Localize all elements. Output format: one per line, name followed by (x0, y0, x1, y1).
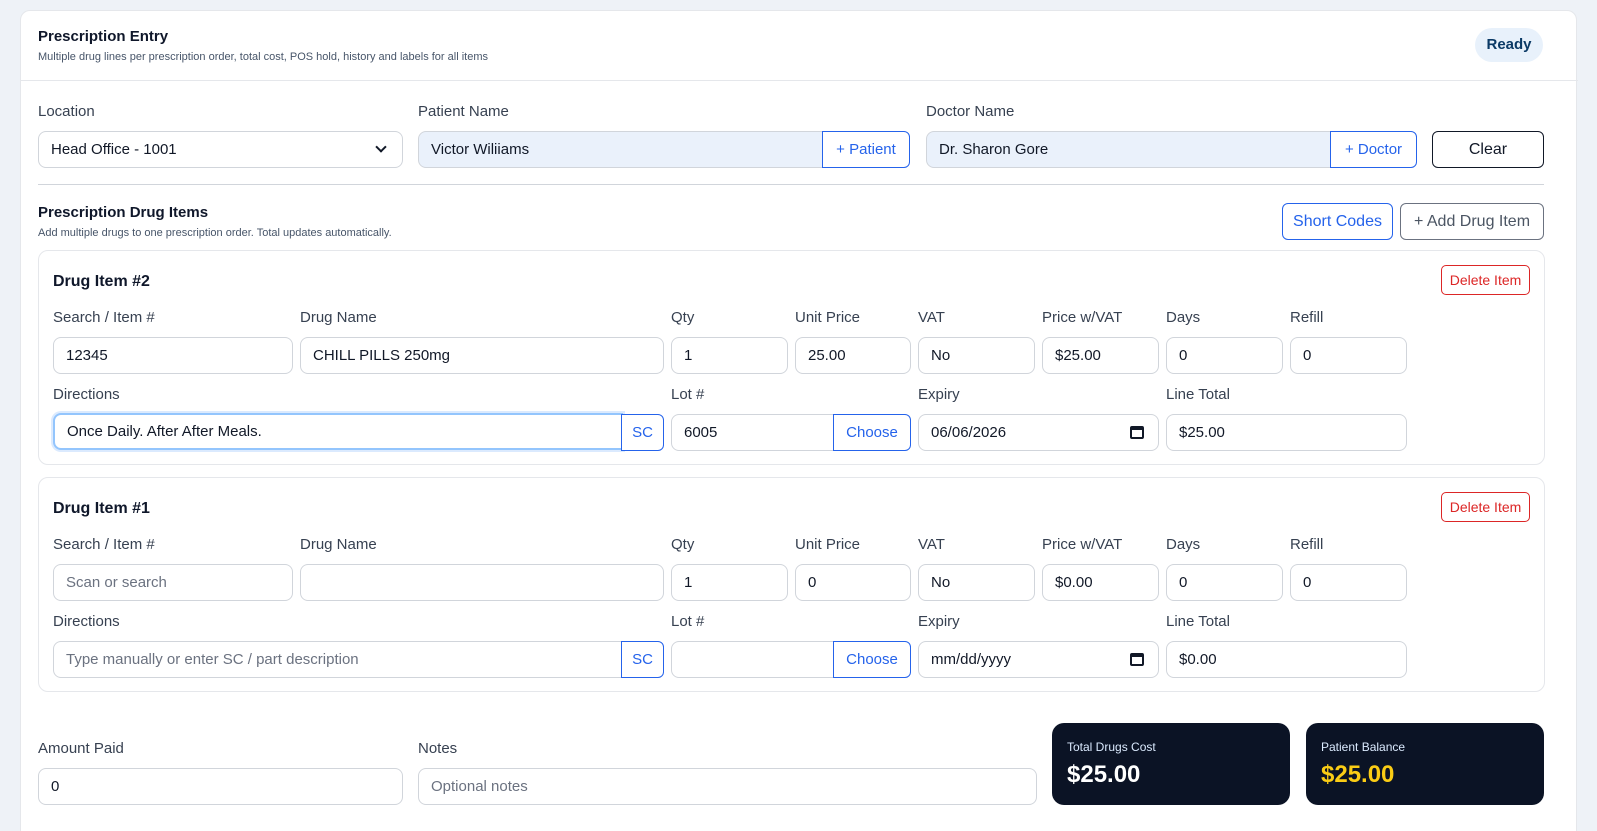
refill-input[interactable]: 0 (1290, 564, 1407, 601)
search-input[interactable]: Scan or search (53, 564, 293, 601)
price-vat-input: $0.00 (1042, 564, 1159, 601)
patient-balance-value: $25.00 (1321, 761, 1395, 788)
notes-label: Notes (418, 740, 458, 757)
directions-input[interactable]: Once Daily. After After Meals. (53, 413, 623, 450)
sc-button[interactable]: SC (621, 414, 664, 451)
drug-name-input[interactable]: CHILL PILLS 250mg (300, 337, 664, 374)
patient-name-input[interactable]: Victor Wiliiams (418, 131, 824, 168)
price-vat-label: Price w/VAT (1042, 536, 1123, 553)
directions-label: Directions (53, 386, 120, 403)
choose-lot-button[interactable]: Choose (833, 414, 911, 451)
days-label: Days (1166, 309, 1201, 326)
line-total-output: $0.00 (1166, 641, 1407, 678)
header-divider (21, 80, 1578, 81)
doctor-name-input[interactable]: Dr. Sharon Gore (926, 131, 1332, 168)
vat-input[interactable]: No (918, 564, 1035, 601)
search-input[interactable]: 12345 (53, 337, 293, 374)
page-subtitle: Multiple drug lines per prescription ord… (38, 51, 488, 63)
page-title: Prescription Entry (38, 28, 169, 45)
delete-item-button[interactable]: Delete Item (1441, 265, 1530, 295)
total-drugs-cost-card: Total Drugs Cost $25.00 (1052, 723, 1290, 805)
directions-label: Directions (53, 613, 120, 630)
unit-price-label: Unit Price (795, 536, 861, 553)
search-label: Search / Item # (53, 536, 155, 553)
choose-lot-button[interactable]: Choose (833, 641, 911, 678)
lot-label: Lot # (671, 613, 705, 630)
drug-name-label: Drug Name (300, 309, 377, 326)
location-value: Head Office - 1001 (51, 141, 177, 158)
drug-item-card: Drug Item #1 Delete Item Search / Item #… (38, 477, 1545, 692)
vat-input[interactable]: No (918, 337, 1035, 374)
refill-input[interactable]: 0 (1290, 337, 1407, 374)
items-section-subtitle: Add multiple drugs to one prescription o… (38, 227, 392, 239)
amount-paid-input[interactable]: 0 (38, 768, 403, 805)
line-total-label: Line Total (1166, 386, 1230, 403)
days-label: Days (1166, 536, 1201, 553)
chevron-down-icon (375, 141, 387, 153)
add-patient-button[interactable]: + Patient (822, 131, 910, 168)
unit-price-label: Unit Price (795, 309, 861, 326)
total-drugs-cost-label: Total Drugs Cost (1067, 740, 1156, 754)
clear-button[interactable]: Clear (1432, 131, 1544, 168)
items-section-title: Prescription Drug Items (38, 204, 209, 221)
add-doctor-button[interactable]: + Doctor (1330, 131, 1417, 168)
doctor-label: Doctor Name (926, 103, 1015, 120)
refill-label: Refill (1290, 536, 1324, 553)
price-vat-label: Price w/VAT (1042, 309, 1123, 326)
expiry-value: 06/06/2026 (931, 424, 1007, 441)
patient-balance-label: Patient Balance (1321, 740, 1406, 754)
days-input[interactable]: 0 (1166, 564, 1283, 601)
total-drugs-cost-value: $25.00 (1067, 761, 1141, 788)
short-codes-button[interactable]: Short Codes (1282, 203, 1393, 240)
drug-name-input[interactable] (300, 564, 664, 601)
patient-label: Patient Name (418, 103, 509, 120)
line-total-output: $25.00 (1166, 414, 1407, 451)
search-label: Search / Item # (53, 309, 155, 326)
expiry-date-input[interactable]: mm/dd/yyyy (918, 641, 1159, 678)
location-select[interactable]: Head Office - 1001 (38, 131, 403, 168)
unit-price-input[interactable]: 0 (795, 564, 911, 601)
expiry-value: mm/dd/yyyy (931, 651, 1012, 668)
lot-label: Lot # (671, 386, 705, 403)
expiry-label: Expiry (918, 613, 960, 630)
delete-item-button[interactable]: Delete Item (1441, 492, 1530, 522)
qty-input[interactable]: 1 (671, 564, 788, 601)
unit-price-input[interactable]: 25.00 (795, 337, 911, 374)
prescription-card: Prescription Entry Multiple drug lines p… (20, 10, 1578, 831)
lot-input[interactable]: 6005 (671, 414, 835, 451)
drug-name-label: Drug Name (300, 536, 377, 553)
vat-label: VAT (918, 536, 945, 553)
line-total-label: Line Total (1166, 613, 1230, 630)
expiry-label: Expiry (918, 386, 960, 403)
qty-input[interactable]: 1 (671, 337, 788, 374)
sc-button[interactable]: SC (621, 641, 664, 678)
vat-label: VAT (918, 309, 945, 326)
calendar-icon[interactable] (1130, 426, 1144, 439)
drug-item-card: Drug Item #2 Delete Item Search / Item #… (38, 250, 1545, 465)
qty-label: Qty (671, 536, 695, 553)
location-label: Location (38, 103, 95, 120)
section-divider (38, 184, 1544, 185)
lot-input[interactable] (671, 641, 835, 678)
days-input[interactable]: 0 (1166, 337, 1283, 374)
drug-item-title: Drug Item #1 (53, 500, 150, 517)
patient-balance-card: Patient Balance $25.00 (1306, 723, 1544, 805)
status-badge: Ready (1475, 28, 1543, 62)
calendar-icon[interactable] (1130, 653, 1144, 666)
qty-label: Qty (671, 309, 695, 326)
directions-input[interactable]: Type manually or enter SC / part descrip… (53, 641, 623, 678)
amount-paid-label: Amount Paid (38, 740, 124, 757)
notes-input[interactable]: Optional notes (418, 768, 1037, 805)
expiry-date-input[interactable]: 06/06/2026 (918, 414, 1159, 451)
drug-item-title: Drug Item #2 (53, 273, 150, 290)
price-vat-input: $25.00 (1042, 337, 1159, 374)
add-drug-item-button[interactable]: + Add Drug Item (1400, 203, 1544, 240)
refill-label: Refill (1290, 309, 1324, 326)
